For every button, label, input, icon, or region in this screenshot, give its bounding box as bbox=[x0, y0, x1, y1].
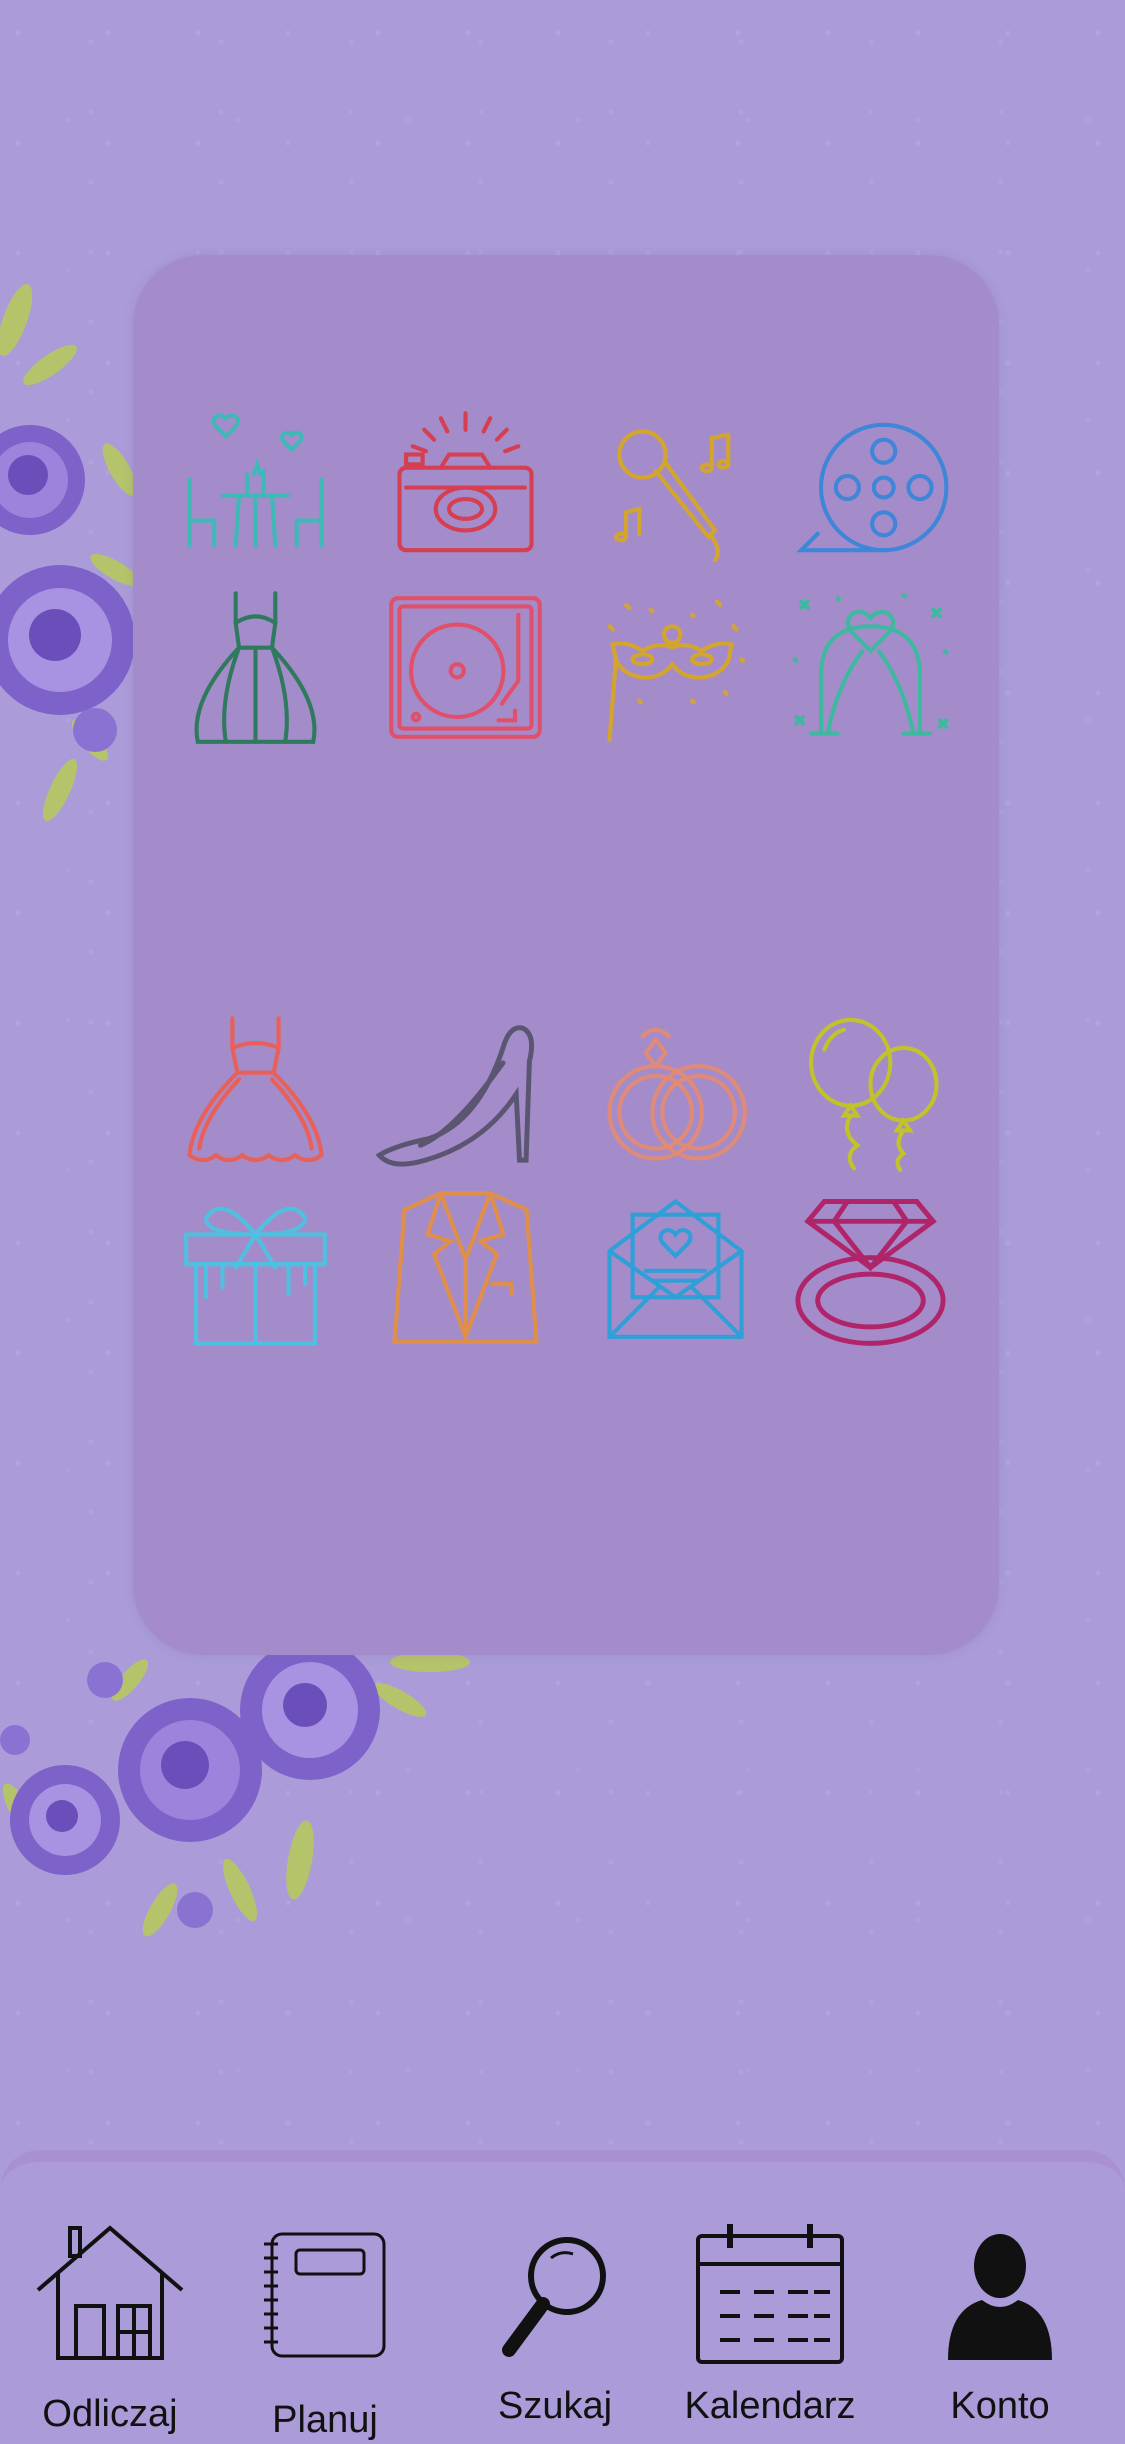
search-icon bbox=[502, 2237, 606, 2357]
nav-label: Kalendarz bbox=[684, 2385, 856, 2427]
categories-panel bbox=[133, 255, 999, 1655]
account-icon bbox=[948, 2234, 1052, 2360]
dinner-table-icon[interactable] bbox=[173, 405, 338, 570]
wedding-arch-icon[interactable] bbox=[788, 585, 953, 750]
bottom-navigation: Odliczaj Planuj Szukaj Kalendarz Konto bbox=[0, 2150, 1125, 2441]
calendar-icon bbox=[696, 2224, 844, 2364]
notebook-icon bbox=[264, 2232, 386, 2358]
film-reel-icon[interactable] bbox=[788, 405, 953, 570]
nav-item-odliczaj[interactable]: Odliczaj bbox=[0, 2162, 220, 2438]
nav-item-kalendarz[interactable]: Kalendarz bbox=[660, 2162, 880, 2438]
nav-label: Szukaj bbox=[497, 2385, 613, 2427]
nav-item-planuj[interactable]: Planuj bbox=[215, 2162, 435, 2441]
diamond-ring-icon[interactable] bbox=[788, 1185, 953, 1350]
wedding-rings-icon[interactable] bbox=[593, 1010, 758, 1175]
nav-label: Planuj bbox=[272, 2399, 378, 2441]
high-heel-icon[interactable] bbox=[371, 1010, 536, 1175]
wedding-dress-icon[interactable] bbox=[173, 585, 338, 750]
balloons-icon[interactable] bbox=[788, 1010, 953, 1175]
invitation-icon[interactable] bbox=[593, 1185, 758, 1350]
nav-label: Odliczaj bbox=[42, 2393, 178, 2435]
microphone-icon[interactable] bbox=[593, 405, 758, 570]
suit-icon[interactable] bbox=[383, 1185, 548, 1350]
home-icon bbox=[36, 2225, 184, 2360]
nav-label: Konto bbox=[950, 2385, 1050, 2427]
camera-icon[interactable] bbox=[383, 405, 548, 570]
gift-icon[interactable] bbox=[173, 1185, 338, 1350]
party-mask-icon[interactable] bbox=[593, 585, 758, 750]
dress-icon[interactable] bbox=[173, 1010, 338, 1175]
nav-item-szukaj[interactable]: Szukaj bbox=[445, 2162, 665, 2438]
flower-decoration-top bbox=[0, 284, 140, 822]
turntable-icon[interactable] bbox=[383, 585, 548, 750]
nav-item-konto[interactable]: Konto bbox=[890, 2162, 1110, 2438]
flower-decoration-bottom bbox=[0, 1650, 470, 1937]
